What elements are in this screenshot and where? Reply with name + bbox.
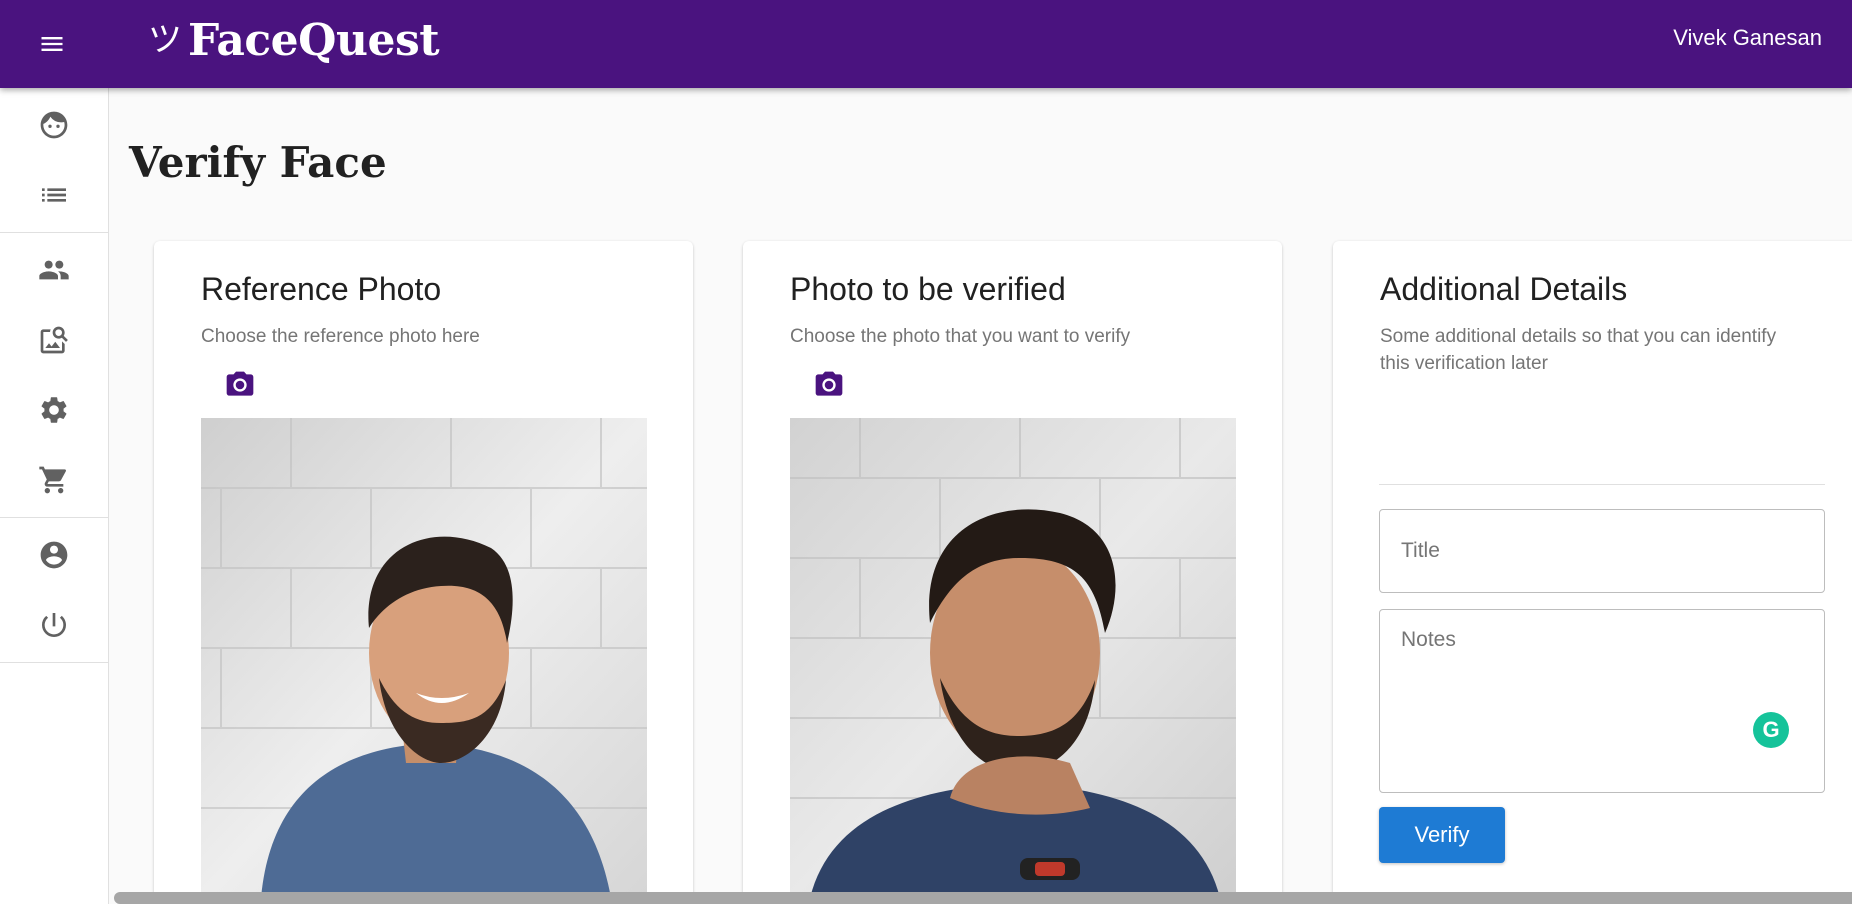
sidebar-group-primary (0, 88, 108, 233)
card-subtitle: Some additional details so that you can … (1380, 326, 1777, 374)
sidebar (0, 88, 109, 904)
reference-photo (201, 418, 647, 898)
card-subtitle: Choose the reference photo here (201, 326, 480, 347)
sidebar-item-power[interactable] (0, 590, 108, 660)
cart-icon (39, 466, 67, 494)
app-bar: ツ FaceQuest Vivek Ganesan (0, 0, 1852, 88)
verify-photo-image (790, 418, 1236, 898)
brand-logo[interactable]: ツ FaceQuest (148, 12, 440, 68)
account-icon (40, 541, 68, 569)
main-content: Verify Face Reference Photo Choose the r… (109, 88, 1852, 904)
divider (1379, 484, 1825, 485)
sidebar-item-image-search[interactable] (0, 305, 108, 375)
power-icon (42, 613, 66, 637)
reference-upload-button[interactable] (218, 363, 262, 407)
brand-name: FaceQuest (188, 14, 440, 66)
card-title: Photo to be verified (790, 271, 1066, 307)
sidebar-item-people[interactable] (0, 235, 108, 305)
camera-icon (226, 371, 254, 396)
grammarly-letter: G (1762, 717, 1780, 742)
settings-icon (41, 397, 67, 423)
sidebar-item-cart[interactable] (0, 445, 108, 515)
verify-photo-card: Photo to be verified Choose the photo th… (743, 241, 1282, 904)
title-input[interactable] (1379, 509, 1825, 593)
image-search-icon (40, 326, 68, 354)
brand-mark: ツ (148, 20, 182, 60)
verify-upload-button[interactable] (807, 363, 851, 407)
additional-details-card: Additional Details Some additional detai… (1333, 241, 1852, 904)
card-title: Reference Photo (201, 271, 442, 307)
face-icon (40, 111, 68, 139)
list-icon (42, 188, 66, 202)
verify-button[interactable]: Verify (1379, 807, 1505, 863)
verify-photo (790, 418, 1236, 898)
people-icon (39, 260, 69, 280)
reference-photo-image (201, 418, 647, 898)
reference-photo-card: Reference Photo Choose the reference pho… (154, 241, 693, 904)
card-title: Additional Details (1380, 271, 1628, 307)
sidebar-item-account[interactable] (0, 520, 108, 590)
user-name[interactable]: Vivek Ganesan (1673, 24, 1822, 52)
menu-button[interactable] (32, 24, 72, 64)
sidebar-group-account (0, 518, 108, 663)
camera-icon (815, 371, 843, 396)
card-subtitle: Choose the photo that you want to verify (790, 326, 1131, 347)
sidebar-group-secondary (0, 233, 108, 518)
sidebar-item-settings[interactable] (0, 375, 108, 445)
sidebar-item-face[interactable] (0, 90, 108, 160)
horizontal-scrollbar[interactable] (114, 892, 1852, 904)
page-title: Verify Face (129, 138, 387, 187)
grammarly-icon[interactable]: G (1753, 712, 1789, 748)
menu-icon (41, 37, 63, 51)
sidebar-item-list[interactable] (0, 160, 108, 230)
notes-textarea[interactable] (1379, 609, 1825, 793)
